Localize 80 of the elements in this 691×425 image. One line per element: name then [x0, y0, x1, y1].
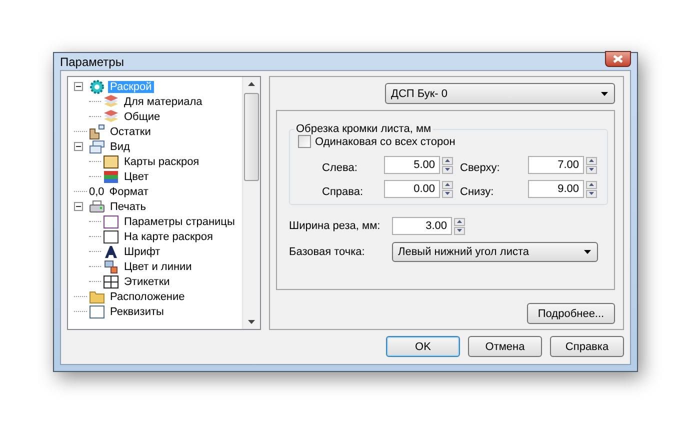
- windows-icon: [89, 140, 105, 154]
- folder-icon: [89, 290, 105, 304]
- minus-icon: [76, 206, 81, 207]
- dialog-button[interactable]: Отмена: [468, 336, 542, 357]
- up-arrow-icon: [445, 159, 450, 162]
- item-icon: [89, 304, 105, 318]
- spin-buttons[interactable]: [454, 218, 465, 234]
- field-label: Слева:: [322, 162, 358, 174]
- color-grid-icon: [103, 170, 119, 184]
- tree-item[interactable]: На карте раскроя: [122, 230, 215, 242]
- minus-icon: [76, 146, 81, 147]
- minus-icon: [76, 86, 81, 87]
- spin-buttons[interactable]: [442, 180, 453, 198]
- number-input[interactable]: 7.00: [528, 156, 584, 174]
- scroll-down-icon[interactable]: [248, 320, 255, 324]
- caret-icon: [584, 250, 591, 254]
- spin-buttons[interactable]: [442, 156, 453, 174]
- tree-item[interactable]: Шрифт: [122, 246, 162, 258]
- printer-icon: [89, 200, 105, 214]
- down-arrow-icon: [445, 192, 450, 195]
- grid-icon: [103, 274, 119, 288]
- group-title: Обрезка кромки листа, мм: [295, 123, 432, 135]
- item-icon: [103, 154, 119, 168]
- item-icon: [103, 230, 119, 244]
- number-input[interactable]: 9.00: [528, 180, 584, 198]
- tree-item[interactable]: Формат: [107, 186, 150, 198]
- tree-item[interactable]: Цвет и линии: [122, 260, 194, 272]
- tree-item[interactable]: Печать: [108, 200, 148, 212]
- spin-buttons[interactable]: [586, 180, 597, 198]
- collapse-toggle[interactable]: [74, 142, 83, 151]
- tree-item[interactable]: Цвет: [122, 170, 151, 182]
- down-arrow-icon: [445, 168, 450, 171]
- format-icon: 0,0: [89, 186, 104, 198]
- up-arrow-icon: [589, 183, 594, 186]
- gear-icon: [89, 78, 105, 94]
- down-arrow-icon: [589, 168, 594, 171]
- paint-icon: [103, 260, 119, 274]
- number-input[interactable]: 5.00: [384, 156, 440, 174]
- spin-buttons[interactable]: [586, 156, 597, 174]
- tree-item[interactable]: Карты раскроя: [122, 156, 202, 168]
- material-dropdown[interactable]: ДСП Бук- 0: [385, 83, 615, 104]
- tree-item[interactable]: Вид: [108, 140, 132, 152]
- close-button[interactable]: [605, 50, 631, 66]
- up-arrow-icon: [589, 159, 594, 162]
- window-title: Параметры: [60, 54, 124, 68]
- scrollbar[interactable]: [242, 77, 260, 329]
- dialog-button[interactable]: OK: [386, 336, 460, 357]
- field-label: Базовая точка:: [289, 246, 366, 258]
- item-icon: [103, 214, 119, 228]
- tree-item[interactable]: Расположение: [108, 290, 187, 302]
- layers-icon: [103, 110, 119, 124]
- number-input[interactable]: 0.00: [384, 180, 440, 198]
- layers-icon: [103, 94, 119, 108]
- caret-icon: [601, 92, 608, 96]
- tree-item[interactable]: Этикетки: [122, 276, 172, 288]
- close-icon: [613, 54, 623, 62]
- tree-item[interactable]: Для материала: [122, 96, 204, 108]
- field-label: Ширина реза, мм:: [289, 220, 382, 232]
- checkbox-label: Одинаковая со всех сторон: [315, 136, 456, 148]
- field-label: Справа:: [322, 186, 364, 198]
- letter-icon: [103, 244, 119, 258]
- tree-item[interactable]: Реквизиты: [108, 306, 166, 318]
- number-input[interactable]: 3.00: [392, 217, 452, 235]
- tree-item[interactable]: Параметры страницы: [122, 216, 237, 228]
- down-arrow-icon: [589, 192, 594, 195]
- tree-item[interactable]: Остатки: [108, 126, 153, 138]
- up-arrow-icon: [457, 220, 462, 223]
- collapse-toggle[interactable]: [74, 82, 83, 91]
- field-label: Снизу:: [459, 186, 495, 198]
- base-point-dropdown[interactable]: Левый нижний угол листа: [392, 242, 598, 262]
- field-label: Сверху:: [459, 162, 501, 174]
- board-pieces-icon: [89, 124, 105, 140]
- collapse-toggle[interactable]: [74, 202, 83, 211]
- dialog-button[interactable]: Справка: [550, 336, 624, 357]
- tree-item[interactable]: Общие: [122, 110, 162, 122]
- down-arrow-icon: [457, 229, 462, 232]
- scroll-up-icon[interactable]: [248, 82, 255, 86]
- up-arrow-icon: [445, 183, 450, 186]
- checkbox[interactable]: [298, 135, 311, 148]
- more-button[interactable]: Подробнее...: [527, 303, 615, 324]
